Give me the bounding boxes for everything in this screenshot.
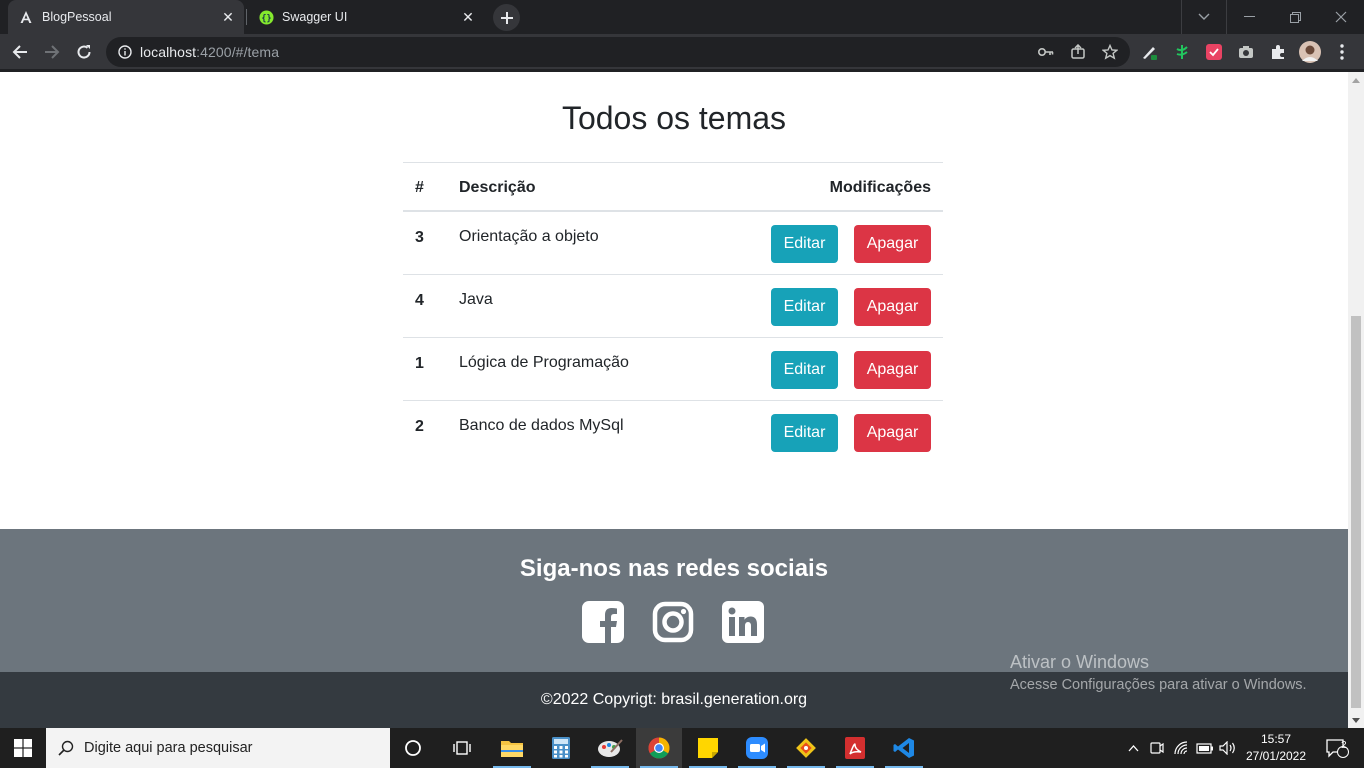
volume-icon[interactable]	[1218, 728, 1238, 768]
notifications-icon[interactable]: 2	[1318, 728, 1356, 768]
share-icon[interactable]	[1068, 42, 1088, 62]
vscode-icon[interactable]	[881, 728, 927, 768]
tab-title: Swagger UI	[282, 10, 348, 24]
info-icon[interactable]	[110, 45, 140, 59]
tab-swagger[interactable]: {} Swagger UI ✕	[248, 0, 484, 34]
edit-button[interactable]: Editar	[771, 351, 838, 389]
meet-now-icon[interactable]	[1148, 728, 1166, 768]
table-row: 4 Java Editar Apagar	[403, 275, 943, 338]
delete-button[interactable]: Apagar	[854, 351, 931, 389]
notification-count: 2	[1341, 740, 1347, 751]
camera-icon[interactable]	[1236, 42, 1256, 62]
angular-icon	[18, 9, 34, 25]
row-id: 3	[415, 229, 424, 246]
forward-button[interactable]	[38, 38, 66, 66]
battery-icon[interactable]	[1195, 728, 1215, 768]
browser-tab-strip: BlogPessoal ✕ {} Swagger UI ✕	[0, 0, 1364, 34]
table-row: 2 Banco de dados MySql Editar Apagar	[403, 401, 943, 464]
page-scrollbar[interactable]	[1348, 72, 1364, 728]
facebook-icon[interactable]	[582, 601, 624, 643]
linkedin-icon[interactable]	[722, 601, 764, 643]
row-id: 4	[415, 292, 424, 309]
table-row: 3 Orientação a objeto Editar Apagar	[403, 212, 943, 275]
tab-divider	[246, 9, 247, 25]
tab-title: BlogPessoal	[42, 10, 112, 24]
scroll-down-arrow-icon[interactable]	[1348, 712, 1364, 728]
taskbar-search-input[interactable]: Digite aqui para pesquisar	[46, 728, 390, 768]
new-tab-button[interactable]	[493, 4, 520, 31]
row-id: 1	[415, 355, 424, 372]
delete-button[interactable]: Apagar	[854, 225, 931, 263]
delete-button[interactable]: Apagar	[854, 414, 931, 452]
search-icon	[58, 740, 74, 756]
taskbar-clock[interactable]: 15:57 27/01/2022	[1238, 731, 1314, 765]
activation-watermark-title: Ativar o Windows	[1010, 652, 1150, 672]
row-descricao: Java	[459, 291, 493, 308]
extensions-puzzle-icon[interactable]	[1268, 42, 1288, 62]
green-extension-icon[interactable]	[1172, 42, 1192, 62]
cortana-icon[interactable]	[390, 728, 436, 768]
activation-watermark-text: Acesse Configurações para ativar o Windo…	[1010, 677, 1307, 693]
zoom-icon[interactable]	[734, 728, 780, 768]
search-placeholder: Digite aqui para pesquisar	[84, 740, 253, 756]
row-id: 2	[415, 418, 424, 435]
table-header: # Descrição Modificações	[403, 162, 943, 212]
minimize-button[interactable]	[1226, 0, 1272, 34]
social-heading: Siga-nos nas redes sociais	[519, 555, 829, 582]
task-view-icon[interactable]	[439, 728, 485, 768]
chrome-icon[interactable]	[636, 728, 682, 768]
file-explorer-icon[interactable]	[489, 728, 535, 768]
header-id: #	[415, 179, 424, 196]
table-row: 1 Lógica de Programação Editar Apagar	[403, 338, 943, 401]
tab-blogpessoal[interactable]: BlogPessoal ✕	[8, 0, 244, 34]
address-bar[interactable]: localhost:4200/#/tema	[106, 37, 1130, 67]
back-button[interactable]	[6, 38, 34, 66]
menu-kebab-icon[interactable]	[1332, 42, 1352, 62]
edit-button[interactable]: Editar	[771, 414, 838, 452]
browser-toolbar: localhost:4200/#/tema	[0, 34, 1364, 70]
footer-social: Siga-nos nas redes sociais	[0, 529, 1348, 672]
calculator-icon[interactable]	[538, 728, 584, 768]
close-window-button[interactable]	[1318, 0, 1364, 34]
acrobat-icon[interactable]	[832, 728, 878, 768]
header-descricao: Descrição	[459, 179, 536, 196]
git-gui-icon[interactable]	[783, 728, 829, 768]
clock-time: 15:57	[1260, 732, 1292, 746]
svg-text:{}: {}	[261, 12, 271, 22]
temas-table: # Descrição Modificações 3 Orientação a …	[403, 162, 943, 464]
swagger-icon: {}	[258, 9, 274, 25]
page-content: Todos os temas # Descrição Modificações …	[0, 72, 1348, 728]
row-descricao: Lógica de Programação	[459, 354, 629, 371]
tab-search-icon[interactable]	[1181, 0, 1227, 34]
bookmark-star-icon[interactable]	[1100, 42, 1120, 62]
tray-chevron-icon[interactable]	[1124, 728, 1142, 768]
delete-button[interactable]: Apagar	[854, 288, 931, 326]
paint-icon[interactable]	[587, 728, 633, 768]
reload-button[interactable]	[70, 38, 98, 66]
clock-date: 27/01/2022	[1245, 749, 1307, 763]
close-tab-icon[interactable]: ✕	[218, 7, 238, 27]
url-text: localhost:4200/#/tema	[140, 44, 280, 60]
key-icon[interactable]	[1036, 42, 1056, 62]
windows-taskbar: Digite aqui para pesquisar 15:57 27/01/2…	[0, 728, 1364, 768]
red-extension-icon[interactable]	[1204, 42, 1224, 62]
close-tab-icon[interactable]: ✕	[458, 7, 478, 27]
restore-button[interactable]	[1272, 0, 1318, 34]
copyright-text: ©2022 Copyrigt: brasil.generation.org	[540, 691, 808, 708]
scroll-up-arrow-icon[interactable]	[1348, 72, 1364, 88]
row-descricao: Banco de dados MySql	[459, 417, 624, 434]
header-modificacoes: Modificações	[829, 179, 931, 196]
windows-start-icon[interactable]	[0, 728, 46, 768]
edit-button[interactable]: Editar	[771, 288, 838, 326]
page-title: Todos os temas	[561, 100, 787, 136]
profile-avatar[interactable]	[1299, 41, 1321, 63]
instagram-icon[interactable]	[652, 601, 694, 643]
wifi-icon[interactable]	[1172, 728, 1192, 768]
sticky-notes-icon[interactable]	[685, 728, 731, 768]
edit-button[interactable]: Editar	[771, 225, 838, 263]
scrollbar-thumb[interactable]	[1351, 316, 1361, 708]
pen-extension-icon[interactable]	[1140, 42, 1160, 62]
row-descricao: Orientação a objeto	[459, 228, 599, 245]
